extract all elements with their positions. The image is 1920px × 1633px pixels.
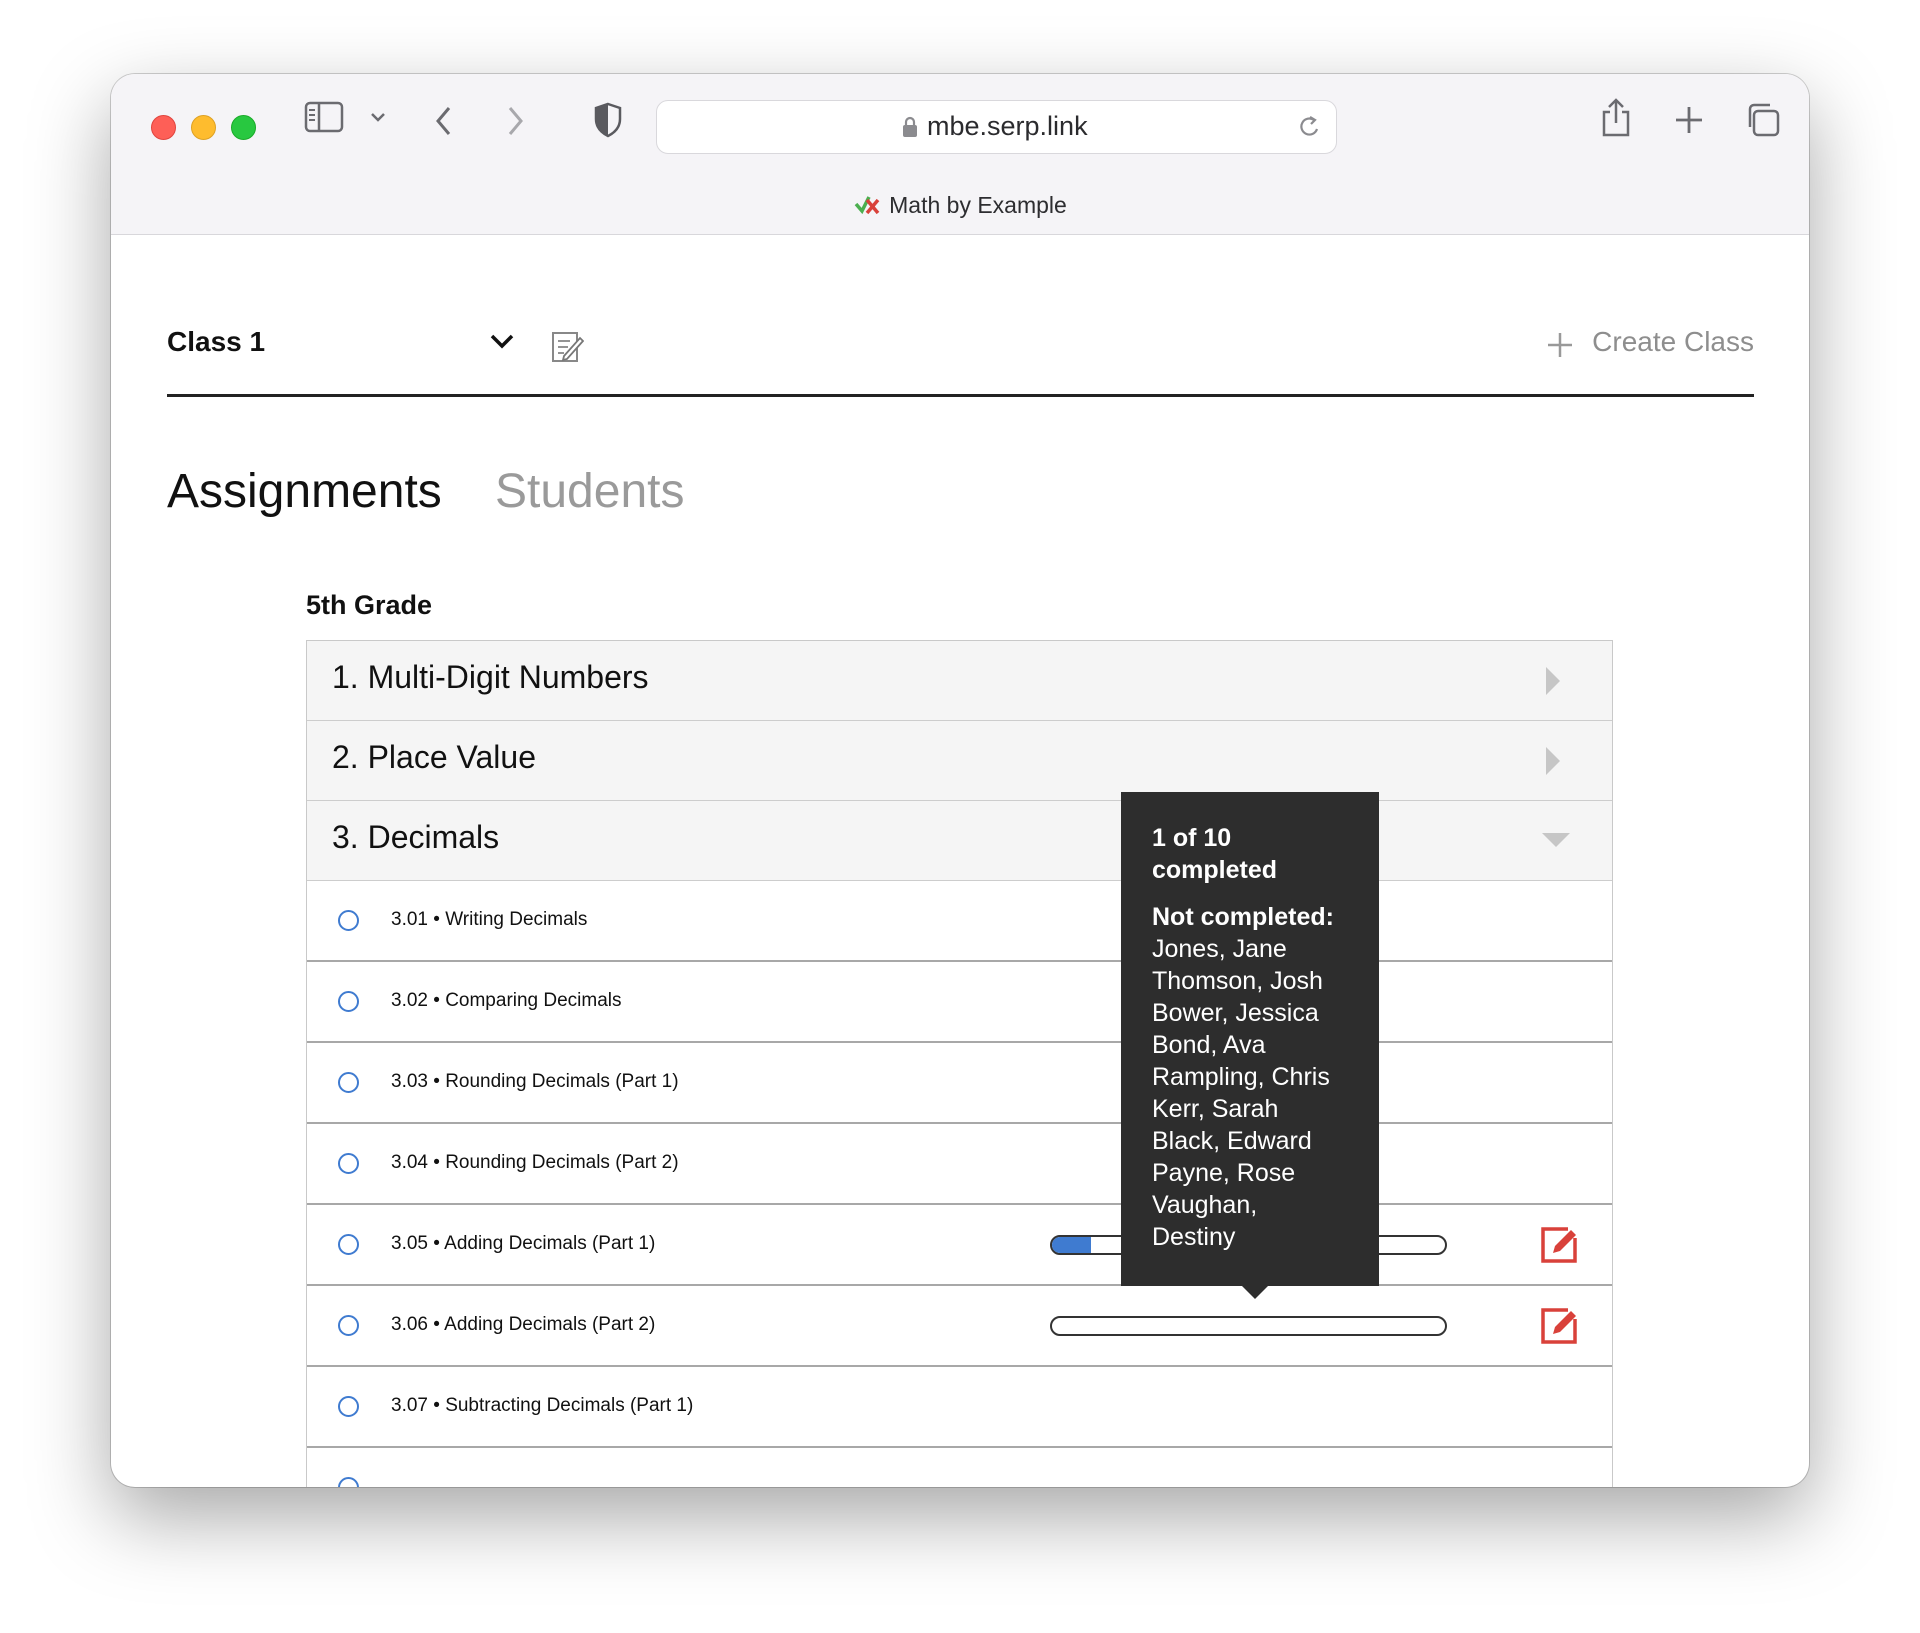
edit-assignment-icon[interactable]	[1538, 1305, 1580, 1352]
plus-icon[interactable]	[1546, 331, 1574, 364]
status-circle-icon[interactable]	[338, 1072, 359, 1093]
status-circle-icon[interactable]	[338, 910, 359, 931]
lesson-label: 3.01 • Writing Decimals	[391, 909, 588, 930]
completion-tooltip: 1 of 10 completed Not completed: Jones, …	[1121, 792, 1379, 1299]
lesson-label: 3.06 • Adding Decimals (Part 2)	[391, 1314, 656, 1335]
share-icon[interactable]	[1599, 98, 1633, 138]
status-circle-icon[interactable]	[338, 1234, 359, 1255]
tab-title-text: Math by Example	[889, 192, 1067, 219]
status-circle-icon[interactable]	[338, 1396, 359, 1417]
unit-label: 3. Decimals	[332, 819, 500, 855]
back-arrow-icon[interactable]	[433, 104, 455, 138]
lesson-row[interactable]: 3.07 • Subtracting Decimals (Part 1)	[307, 1367, 1612, 1448]
close-window-button[interactable]	[151, 115, 176, 140]
collapse-down-arrow-icon[interactable]	[1540, 831, 1572, 854]
edit-assignment-icon[interactable]	[1538, 1224, 1580, 1271]
student-name: Rampling, Chris	[1152, 1063, 1330, 1091]
tooltip-student-list: Jones, Jane Thomson, Josh Bower, Jessica…	[1152, 933, 1359, 1253]
student-name: Jones, Jane	[1152, 935, 1287, 963]
lesson-row[interactable]	[307, 1448, 1612, 1487]
create-class-button[interactable]: Create Class	[1592, 326, 1754, 358]
tooltip-completed-label: completed	[1152, 856, 1278, 884]
tooltip-completed-count: 1 of 10	[1152, 824, 1232, 852]
lesson-label: 3.07 • Subtracting Decimals (Part 1)	[391, 1395, 694, 1416]
lesson-row[interactable]: 3.01 • Writing Decimals	[307, 881, 1612, 962]
student-name: Bond, Ava	[1152, 1031, 1266, 1059]
lesson-row[interactable]: 3.05 • Adding Decimals (Part 1)	[307, 1205, 1612, 1286]
chevron-down-icon[interactable]	[489, 332, 515, 355]
unit-row[interactable]: 2. Place Value	[307, 721, 1612, 801]
forward-arrow-icon[interactable]	[504, 104, 526, 138]
expand-right-arrow-icon[interactable]	[1544, 665, 1562, 702]
student-name: Vaughan,	[1152, 1191, 1258, 1219]
lesson-label: 3.05 • Adding Decimals (Part 1)	[391, 1233, 656, 1254]
lesson-label: 3.02 • Comparing Decimals	[391, 990, 622, 1011]
student-name: Payne, Rose	[1152, 1159, 1296, 1187]
sidebar-toggle-icon[interactable]	[304, 101, 344, 133]
student-name: Bower, Jessica	[1152, 999, 1319, 1027]
tab-students[interactable]: Students	[495, 464, 684, 519]
grade-heading: 5th Grade	[306, 590, 433, 620]
url-text: mbe.serp.link	[927, 111, 1088, 141]
assignments-table: 1. Multi-Digit Numbers 2. Place Value 3.…	[306, 640, 1613, 1487]
unit-label: 1. Multi-Digit Numbers	[332, 659, 649, 695]
new-tab-icon[interactable]	[1673, 104, 1705, 136]
minimize-window-button[interactable]	[191, 115, 216, 140]
status-circle-icon[interactable]	[338, 1315, 359, 1336]
progress-fill	[1052, 1237, 1092, 1253]
lock-icon	[902, 116, 918, 143]
progress-bar[interactable]	[1050, 1316, 1447, 1336]
unit-label: 2. Place Value	[332, 739, 536, 775]
checkmark-favicon-icon	[853, 192, 881, 222]
tab-assignments[interactable]: Assignments	[167, 464, 442, 519]
reload-icon[interactable]	[1296, 113, 1322, 146]
tab-title: Math by Example	[111, 192, 1809, 222]
lesson-label: 3.04 • Rounding Decimals (Part 2)	[391, 1152, 679, 1173]
unit-row[interactable]: 1. Multi-Digit Numbers	[307, 641, 1612, 721]
edit-class-icon[interactable]	[550, 328, 585, 369]
class-select-label[interactable]: Class 1	[167, 326, 265, 358]
lesson-label: 3.03 • Rounding Decimals (Part 1)	[391, 1071, 679, 1092]
lesson-row[interactable]: 3.04 • Rounding Decimals (Part 2)	[307, 1124, 1612, 1205]
browser-window: mbe.serp.link Math by Example Class 1 Cr…	[111, 74, 1809, 1487]
tab-overview-icon[interactable]	[1745, 102, 1781, 138]
student-name: Kerr, Sarah	[1152, 1095, 1279, 1123]
browser-toolbar: mbe.serp.link Math by Example	[111, 74, 1809, 235]
expand-right-arrow-icon[interactable]	[1544, 745, 1562, 782]
student-name: Destiny	[1152, 1223, 1236, 1251]
shield-icon[interactable]	[593, 102, 623, 138]
unit-row[interactable]: 3. Decimals	[307, 801, 1612, 881]
lesson-row[interactable]: 3.02 • Comparing Decimals	[307, 962, 1612, 1043]
lesson-row[interactable]: 3.06 • Adding Decimals (Part 2)	[307, 1286, 1612, 1367]
chevron-down-icon[interactable]	[369, 111, 387, 123]
tooltip-not-completed-heading: Not completed:	[1152, 903, 1334, 931]
student-name: Thomson, Josh	[1152, 967, 1323, 995]
page-content: Class 1 Create Class Assignments Student…	[111, 236, 1809, 1487]
address-bar[interactable]: mbe.serp.link	[656, 100, 1337, 154]
status-circle-icon[interactable]	[338, 1477, 359, 1487]
status-circle-icon[interactable]	[338, 1153, 359, 1174]
student-name: Black, Edward	[1152, 1127, 1312, 1155]
lesson-row[interactable]: 3.03 • Rounding Decimals (Part 1)	[307, 1043, 1612, 1124]
zoom-window-button[interactable]	[231, 115, 256, 140]
status-circle-icon[interactable]	[338, 991, 359, 1012]
class-header: Class 1 Create Class	[167, 236, 1754, 397]
